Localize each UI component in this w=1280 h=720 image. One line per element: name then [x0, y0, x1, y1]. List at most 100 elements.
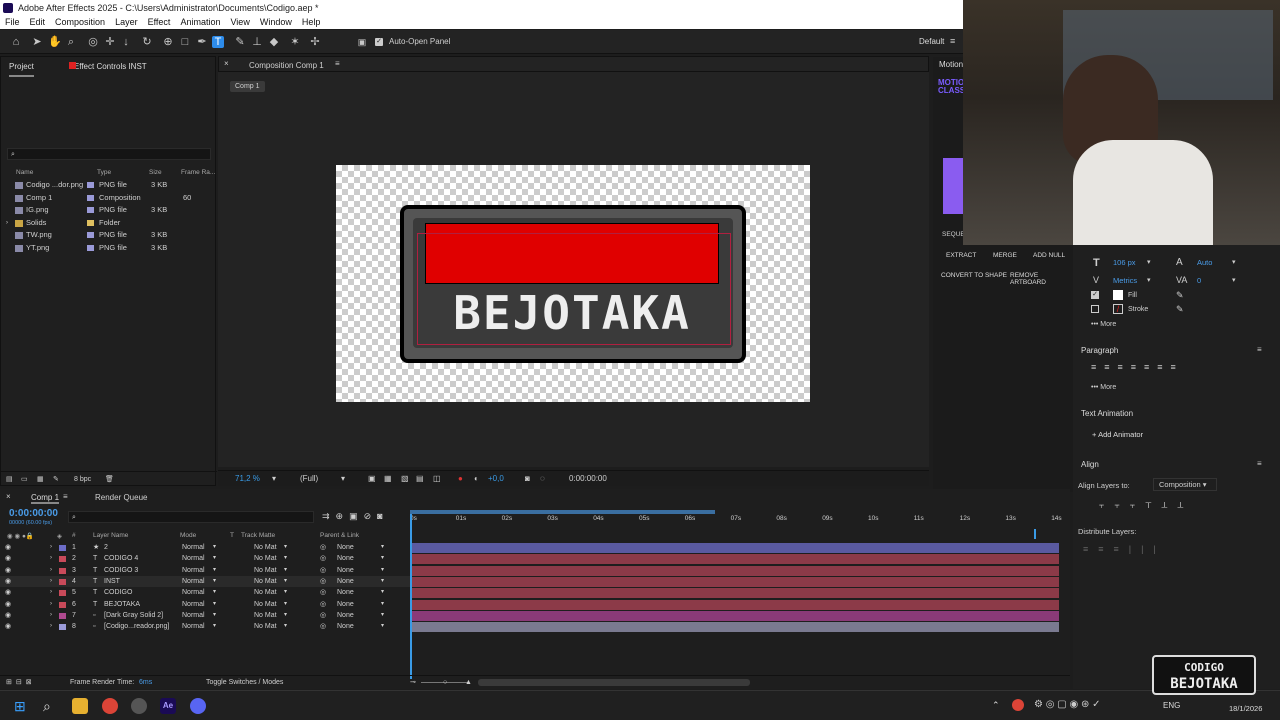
- layer-row[interactable]: ◉ › 7 ▫ [Dark Gray Solid 2] Normal ▾ No Mat ▾ ◎ No…: [0, 610, 410, 621]
- motion-preset-icon[interactable]: [943, 158, 963, 214]
- mode-dropdown-icon[interactable]: ▾: [213, 553, 216, 564]
- layer-row[interactable]: ◉ › 2 T CODIGO 4 Normal ▾ No Mat ▾ ◎ None ▾: [0, 553, 410, 564]
- parent-dropdown-icon[interactable]: ▾: [381, 576, 384, 587]
- work-area-bar[interactable]: [410, 510, 715, 514]
- layer-duration-bar[interactable]: [412, 543, 1059, 553]
- language-indicator[interactable]: ENG: [1163, 701, 1180, 710]
- track-matte-dropdown-icon[interactable]: ▾: [284, 542, 287, 553]
- track-matte-dropdown[interactable]: No Mat: [254, 542, 277, 553]
- col-type[interactable]: Type: [97, 169, 111, 176]
- track-matte-dropdown[interactable]: No Mat: [254, 587, 277, 598]
- col-size[interactable]: Size: [149, 169, 162, 176]
- align-menu-icon[interactable]: ≡: [1257, 459, 1262, 468]
- menu-item-view[interactable]: View: [230, 16, 249, 29]
- layer-mode-dropdown[interactable]: Normal: [182, 576, 205, 587]
- add-null-button[interactable]: ADD NULL: [1033, 252, 1065, 259]
- layer-row[interactable]: ◉ › 1 ★ 2 Normal ▾ No Mat ▾ ◎ None ▾: [0, 542, 410, 553]
- menu-item-help[interactable]: Help: [302, 16, 321, 29]
- layer-label-color[interactable]: [59, 601, 66, 608]
- pickwhip-icon[interactable]: ◎: [320, 599, 326, 610]
- pickwhip-icon[interactable]: ◎: [320, 610, 326, 621]
- new-folder-icon[interactable]: ▭: [21, 472, 28, 488]
- eye-icon[interactable]: ◉: [5, 553, 11, 564]
- eye-icon[interactable]: ◉: [5, 542, 11, 553]
- character-more-button[interactable]: ••• More: [1091, 321, 1116, 328]
- stroke-color-swatch[interactable]: /: [1113, 304, 1123, 314]
- track-matte-dropdown[interactable]: No Mat: [254, 621, 277, 632]
- mode-dropdown-icon[interactable]: ▾: [213, 587, 216, 598]
- paragraph-align-buttons[interactable]: ≡≡≡≡≡≡≡: [1091, 362, 1184, 372]
- fill-color-swatch[interactable]: [1113, 290, 1123, 300]
- eye-icon[interactable]: ◉: [5, 610, 11, 621]
- eye-icon[interactable]: ◉: [5, 621, 11, 632]
- layer-expand-arrow-icon[interactable]: ›: [50, 576, 52, 587]
- tray-chrome-icon[interactable]: [1012, 699, 1024, 711]
- stroke-eyedropper-icon[interactable]: ✎: [1176, 304, 1184, 315]
- menu-item-animation[interactable]: Animation: [180, 16, 220, 29]
- layer-duration-bar[interactable]: [412, 622, 1059, 633]
- new-comp-icon[interactable]: ▦: [37, 472, 44, 488]
- guides-icon[interactable]: ▤: [416, 471, 424, 487]
- eye-icon[interactable]: ◉: [5, 576, 11, 587]
- parent-dropdown-icon[interactable]: ▾: [381, 553, 384, 564]
- badge-text[interactable]: BEJOTAKA: [425, 287, 719, 339]
- track-matte-dropdown-icon[interactable]: ▾: [284, 599, 287, 610]
- layer-row[interactable]: ◉ › 5 T CODIGO Normal ▾ No Mat ▾ ◎ None ▾: [0, 587, 410, 598]
- col-name[interactable]: Name: [16, 169, 33, 176]
- item-label-color[interactable]: [87, 245, 94, 251]
- layer-name[interactable]: INST: [104, 576, 120, 587]
- parent-dropdown-icon[interactable]: ▾: [381, 599, 384, 610]
- parent-dropdown[interactable]: None: [337, 587, 354, 598]
- tab-project[interactable]: Project: [9, 57, 34, 77]
- parent-dropdown-icon[interactable]: ▾: [381, 610, 384, 621]
- layer-row[interactable]: ◉ › 4 T INST Normal ▾ No Mat ▾ ◎ None ▾: [0, 575, 410, 587]
- track-matte-dropdown[interactable]: No Mat: [254, 565, 277, 576]
- track-matte-dropdown-icon[interactable]: ▾: [284, 576, 287, 587]
- rectangle-tool-icon[interactable]: □: [179, 36, 191, 48]
- tab-effect-controls[interactable]: Effect Controls INST: [54, 57, 147, 77]
- hand-tool-icon[interactable]: ✋: [48, 36, 62, 48]
- mode-dropdown-icon[interactable]: ▾: [213, 576, 216, 587]
- parent-dropdown[interactable]: None: [337, 542, 354, 553]
- project-item[interactable]: Codigo ...dor.png PNG file 3 KB: [1, 179, 217, 191]
- tab-composition[interactable]: Composition Comp 1: [249, 61, 324, 70]
- layer-mode-dropdown[interactable]: Normal: [182, 565, 205, 576]
- tray-icons[interactable]: ⚙ ◎ ▢ ◉ ⊛ ✓: [1034, 699, 1101, 710]
- snapshot-icon[interactable]: ◙: [525, 471, 530, 487]
- pickwhip-icon[interactable]: ◎: [320, 576, 326, 587]
- align-to-dropdown[interactable]: Composition ▾: [1153, 478, 1217, 491]
- close-timeline-icon[interactable]: ×: [6, 492, 11, 501]
- mode-dropdown-icon[interactable]: ▾: [213, 599, 216, 610]
- chrome-icon[interactable]: [102, 698, 118, 714]
- channel-icon[interactable]: ●: [458, 471, 463, 487]
- layer-expand-arrow-icon[interactable]: ›: [50, 621, 52, 632]
- windows-start-icon[interactable]: ⊞: [14, 698, 30, 714]
- region-icon[interactable]: ▣: [368, 471, 376, 487]
- item-label-color[interactable]: [87, 194, 94, 201]
- layer-mode-dropdown[interactable]: Normal: [182, 599, 205, 610]
- eraser-tool-icon[interactable]: ◆: [268, 36, 280, 48]
- layer-name[interactable]: [Dark Gray Solid 2]: [104, 610, 163, 621]
- layer-mode-dropdown[interactable]: Normal: [182, 542, 205, 553]
- layer-expand-arrow-icon[interactable]: ›: [50, 565, 52, 576]
- tab-comp1-timeline[interactable]: Comp 1: [31, 493, 60, 504]
- paragraph-menu-icon[interactable]: ≡: [1257, 345, 1262, 354]
- selection-tool-icon[interactable]: ➤: [31, 36, 43, 48]
- parent-dropdown[interactable]: None: [337, 553, 354, 564]
- project-item[interactable]: TW.png PNG file 3 KB: [1, 229, 217, 241]
- transparency-grid-icon[interactable]: ▦: [384, 471, 392, 487]
- mode-dropdown-icon[interactable]: ▾: [213, 610, 216, 621]
- layer-duration-bar[interactable]: [412, 588, 1059, 599]
- zoom-level[interactable]: 71,2 %: [235, 471, 260, 487]
- current-time-display[interactable]: 0:00:00:00: [569, 471, 607, 487]
- toggle-switches-modes[interactable]: Toggle Switches / Modes: [206, 676, 283, 689]
- timeline-footer-icons[interactable]: ⊞⊟⊠: [6, 676, 36, 689]
- extract-button[interactable]: EXTRACT: [946, 252, 976, 259]
- auto-open-checkbox[interactable]: ✓: [375, 38, 383, 46]
- pen-tool-icon[interactable]: ✒: [196, 36, 208, 48]
- roto-brush-tool-icon[interactable]: ✶: [289, 36, 301, 48]
- layer-duration-bar[interactable]: [412, 565, 1059, 576]
- parent-dropdown-icon[interactable]: ▾: [381, 542, 384, 553]
- layer-name[interactable]: CODIGO: [104, 587, 132, 598]
- pickwhip-icon[interactable]: ◎: [320, 587, 326, 598]
